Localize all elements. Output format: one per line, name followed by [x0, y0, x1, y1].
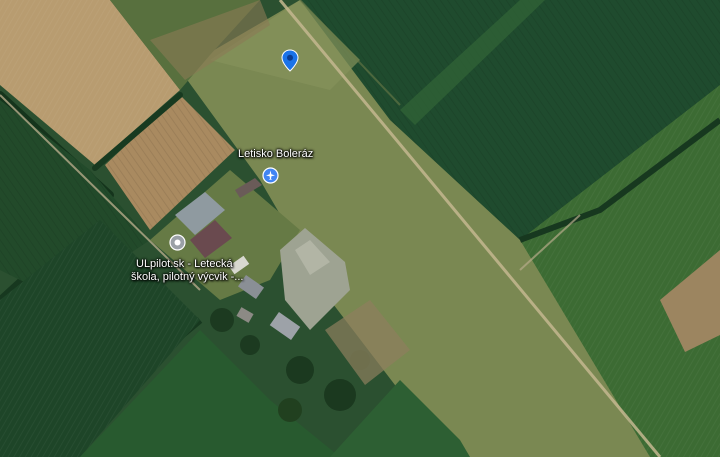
satellite-map[interactable]: Letisko Boleráz ULpilot.sk - Letecká ško…	[0, 0, 720, 457]
place-label-school-line2[interactable]: škola, pilotný výcvik -...	[131, 271, 243, 283]
satellite-imagery	[0, 0, 720, 457]
place-label-school-line1[interactable]: ULpilot.sk - Letecká	[136, 258, 233, 270]
location-pin-icon[interactable]	[281, 49, 299, 72]
school-icon[interactable]	[169, 234, 186, 251]
airport-icon[interactable]	[262, 167, 279, 184]
place-label-airport[interactable]: Letisko Boleráz	[238, 148, 313, 160]
